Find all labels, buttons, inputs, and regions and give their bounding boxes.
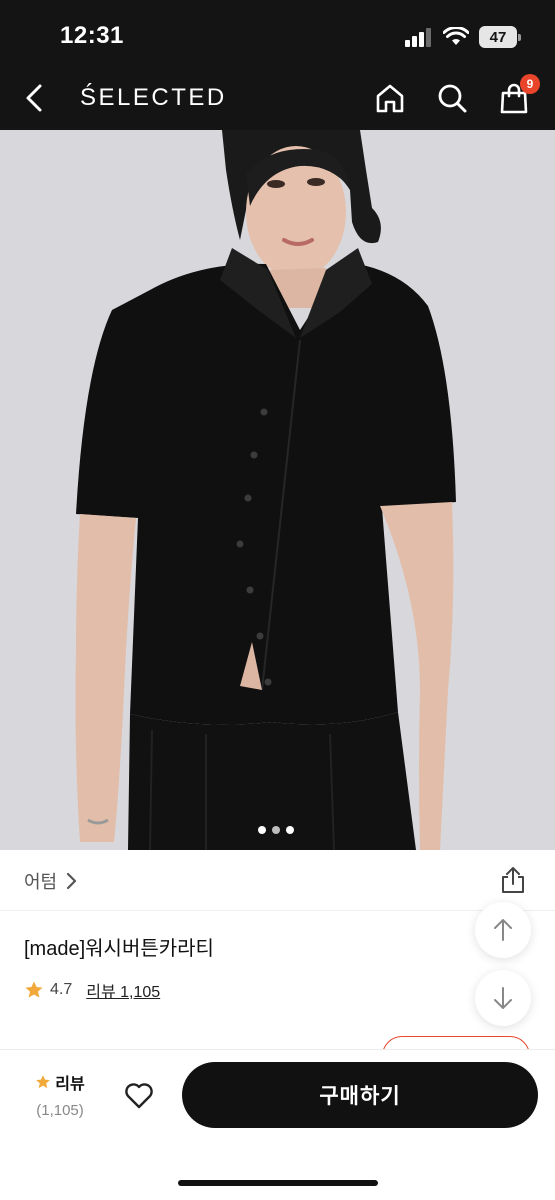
rating-row: 4.7 리뷰 1,105 xyxy=(24,978,160,1002)
scroll-top-button[interactable] xyxy=(475,902,531,958)
status-icons: 47 xyxy=(405,26,521,48)
share-icon xyxy=(502,867,524,893)
carousel-indicator xyxy=(258,826,294,834)
review-summary-button[interactable]: 리뷰 (1,105) xyxy=(30,1070,90,1119)
cart-count-badge: 9 xyxy=(520,74,540,94)
wifi-icon xyxy=(443,27,469,45)
arrow-down-icon xyxy=(494,987,512,1009)
home-indicator xyxy=(178,1180,378,1186)
cart-button[interactable]: 9 xyxy=(496,74,540,116)
back-icon xyxy=(26,84,42,112)
product-name: [made]워시버튼카라티 xyxy=(24,938,214,960)
back-button[interactable] xyxy=(24,80,56,116)
signal-icon xyxy=(405,28,431,47)
star-icon xyxy=(36,1075,51,1089)
divider xyxy=(0,910,555,911)
search-button[interactable] xyxy=(434,80,470,116)
review-label: 리뷰 xyxy=(55,1076,85,1093)
status-time: 12:31 xyxy=(60,22,124,49)
scroll-bottom-button[interactable] xyxy=(475,970,531,1026)
app-title: ŚELECTED xyxy=(80,84,227,111)
wishlist-button[interactable] xyxy=(122,1078,156,1112)
carousel-dot[interactable] xyxy=(258,826,266,834)
bottom-action-bar: 리뷰 (1,105) 구매하기 xyxy=(0,1050,555,1200)
buy-button[interactable]: 구매하기 xyxy=(182,1062,538,1128)
review-count: (1,105) xyxy=(36,1102,84,1119)
brand-link[interactable]: 어텀 xyxy=(24,868,77,894)
battery-indicator: 47 xyxy=(479,26,521,48)
brand-name: 어텀 xyxy=(24,872,58,892)
chevron-right-icon xyxy=(67,872,77,890)
heart-icon xyxy=(125,1083,153,1109)
product-image-carousel[interactable] xyxy=(0,130,555,850)
carousel-dot[interactable] xyxy=(272,826,280,834)
app-header: 12:31 47 ŚELECTED 9 xyxy=(0,0,555,130)
carousel-dot[interactable] xyxy=(286,826,294,834)
arrow-up-icon xyxy=(494,919,512,941)
home-icon xyxy=(376,84,404,113)
search-icon xyxy=(438,84,467,113)
product-photo xyxy=(0,130,555,850)
review-link[interactable]: 리뷰 1,105 xyxy=(86,978,160,1002)
share-button[interactable] xyxy=(499,866,527,894)
home-button[interactable] xyxy=(372,80,408,116)
rating-value: 4.7 xyxy=(50,981,73,998)
star-icon xyxy=(25,981,43,998)
